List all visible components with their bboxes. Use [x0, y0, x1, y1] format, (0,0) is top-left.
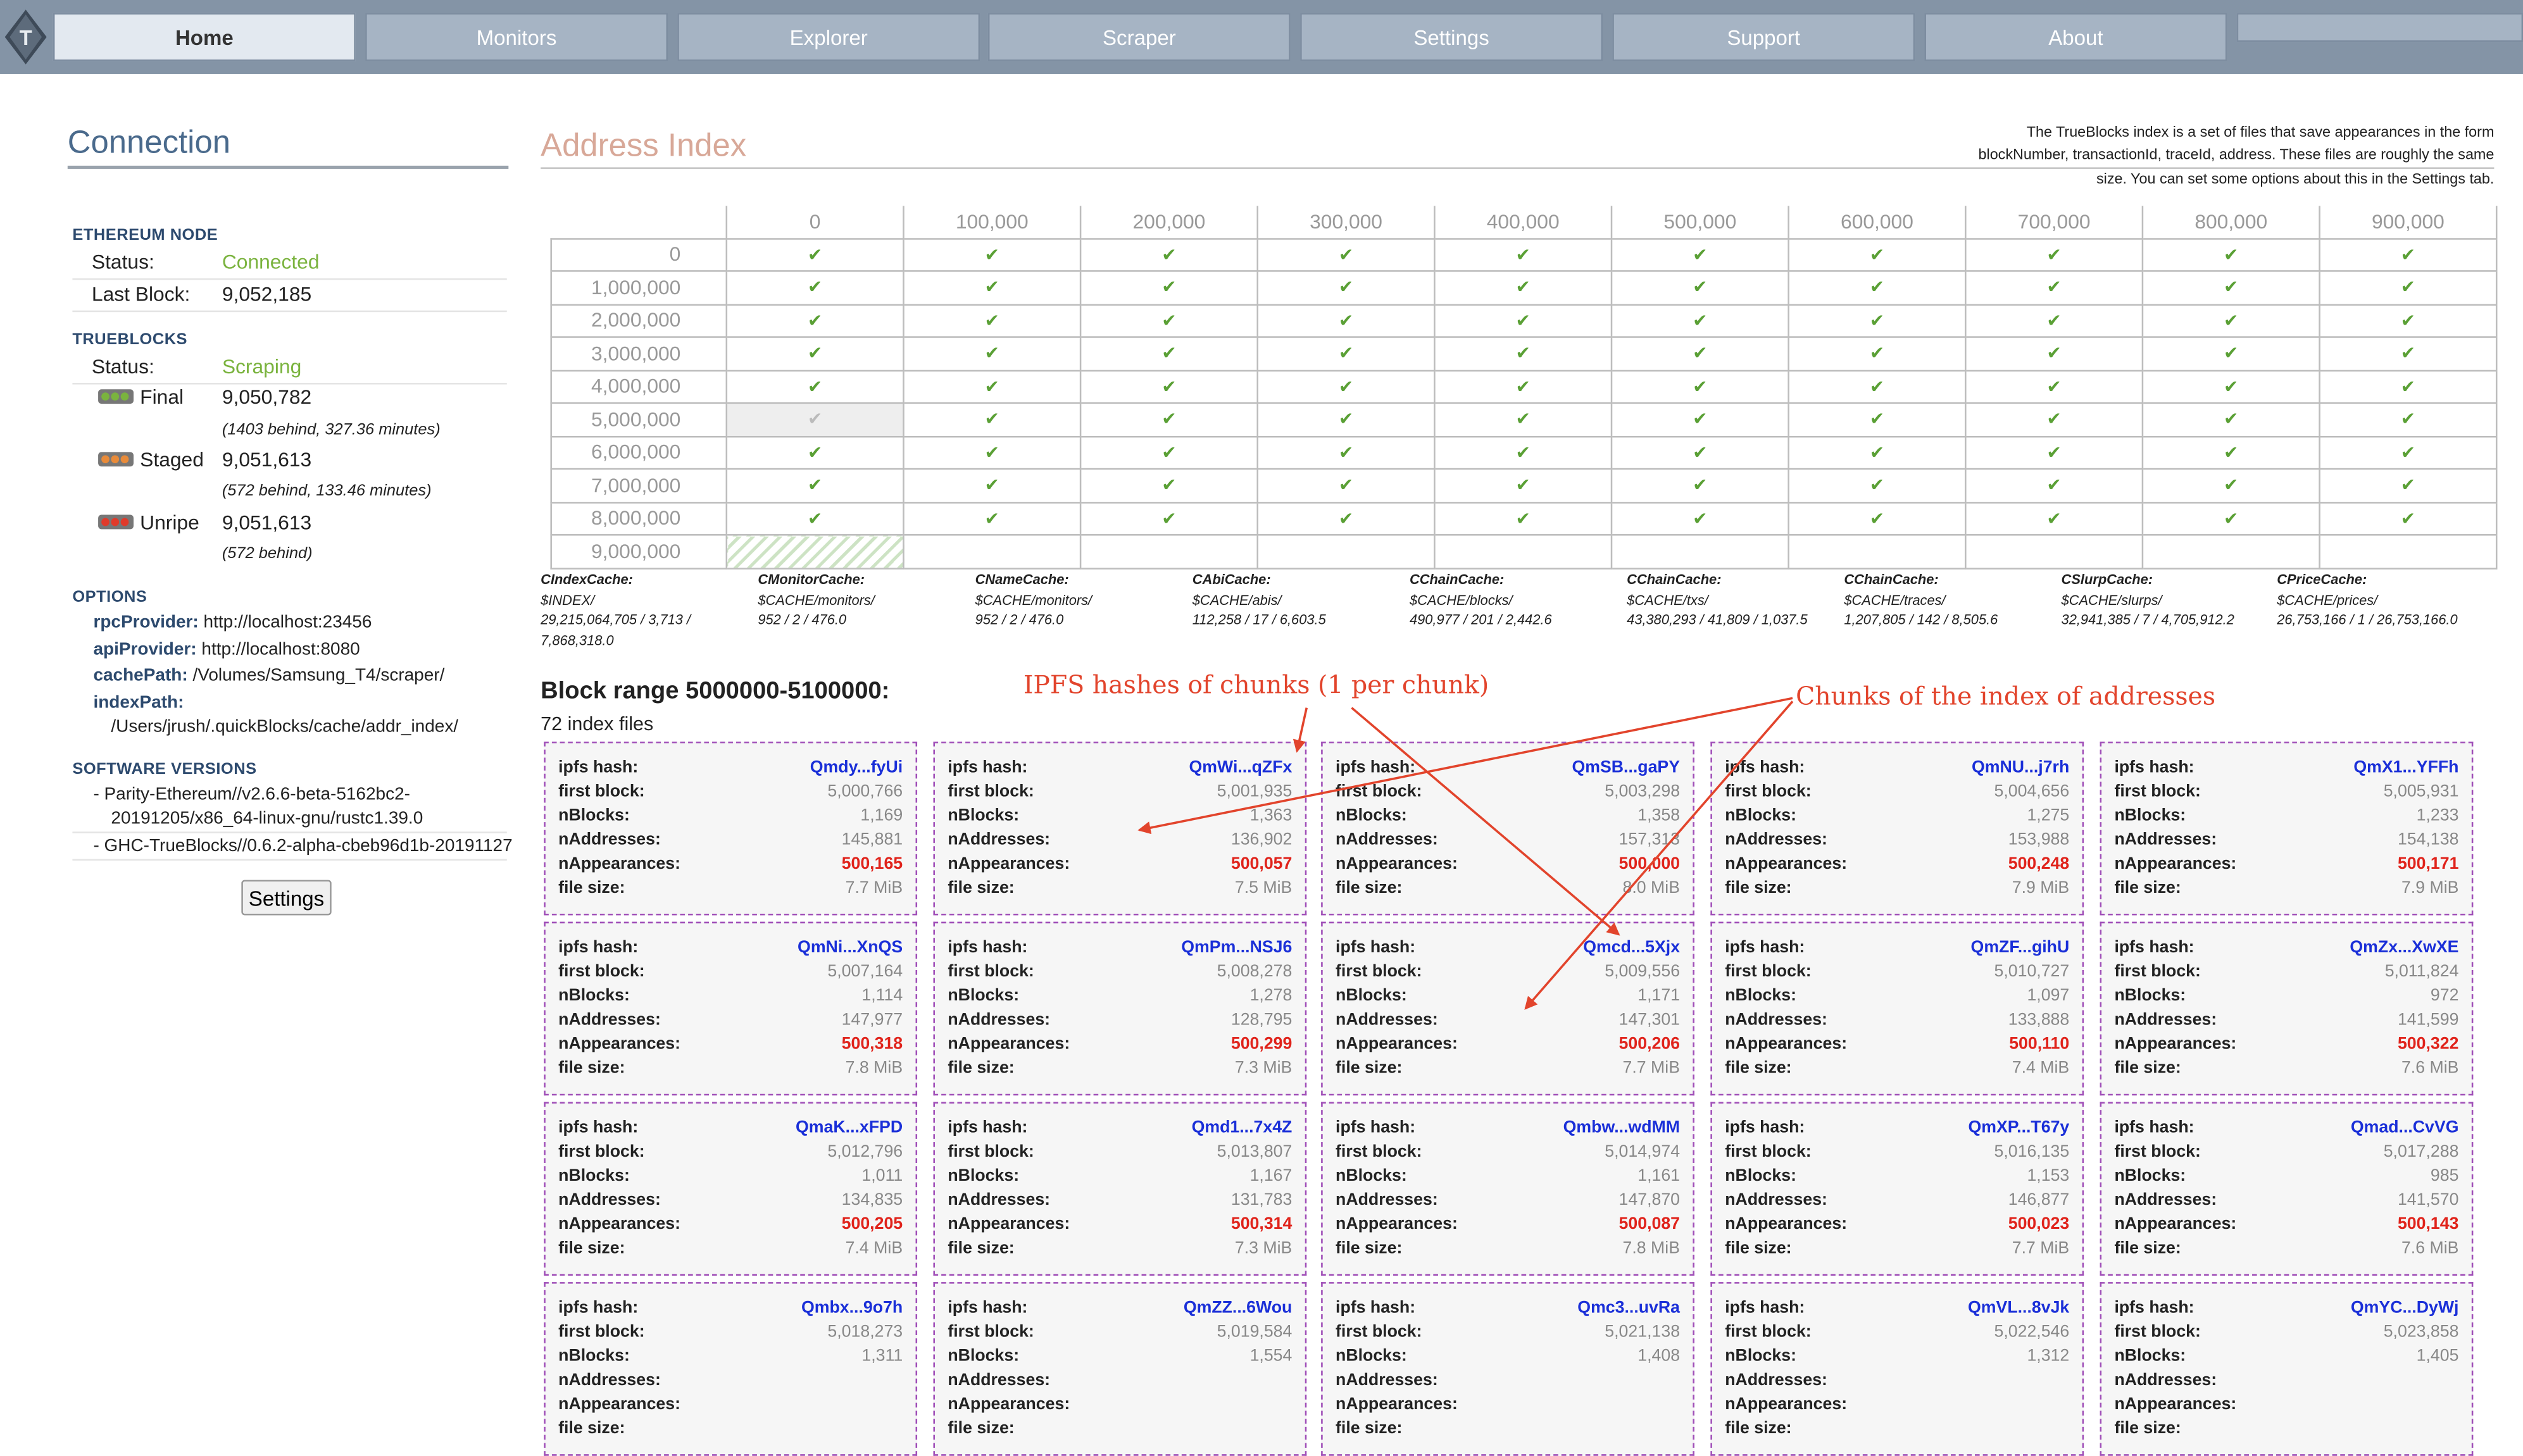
chunk-napp-row: nAppearances: — [2114, 1395, 2458, 1419]
arrow-to-hash-1 — [1293, 707, 1308, 753]
chunk-size-label: file size: — [1725, 1419, 1792, 1438]
chunk-napp-label: nAppearances: — [948, 1395, 1070, 1414]
chunk-size-row: file size: — [558, 1419, 903, 1443]
chunk-size-row: file size: — [2114, 1419, 2458, 1443]
arrow-to-chunk-1 — [1137, 697, 1793, 835]
chunk-size-label: file size: — [558, 1419, 625, 1438]
arrow-to-chunk-2 — [1524, 700, 1794, 1010]
chunk-napp-row: nAppearances: — [1725, 1395, 2069, 1419]
chunk-napp-row: nAppearances: — [558, 1395, 903, 1419]
chunk-napp-row: nAppearances: — [1336, 1395, 1680, 1419]
chunk-size-label: file size: — [1336, 1419, 1403, 1438]
chunk-size-row: file size: — [1336, 1419, 1680, 1443]
chunk-napp-label: nAppearances: — [1336, 1395, 1458, 1414]
app-stage: T Home Monitors Explorer Scraper Setting… — [0, 0, 2523, 1456]
chunk-size-label: file size: — [2114, 1419, 2181, 1438]
chunk-napp-label: nAppearances: — [2114, 1395, 2237, 1414]
annotation-arrows — [1137, 697, 1794, 1010]
chunk-napp-row: nAppearances: — [948, 1395, 1292, 1419]
chunk-napp-label: nAppearances: — [1725, 1395, 1848, 1414]
chunk-napp-label: nAppearances: — [558, 1395, 680, 1414]
chunk-size-label: file size: — [948, 1419, 1015, 1438]
chunk-size-row: file size: — [1725, 1419, 2069, 1443]
chunk-size-row: file size: — [948, 1419, 1292, 1443]
